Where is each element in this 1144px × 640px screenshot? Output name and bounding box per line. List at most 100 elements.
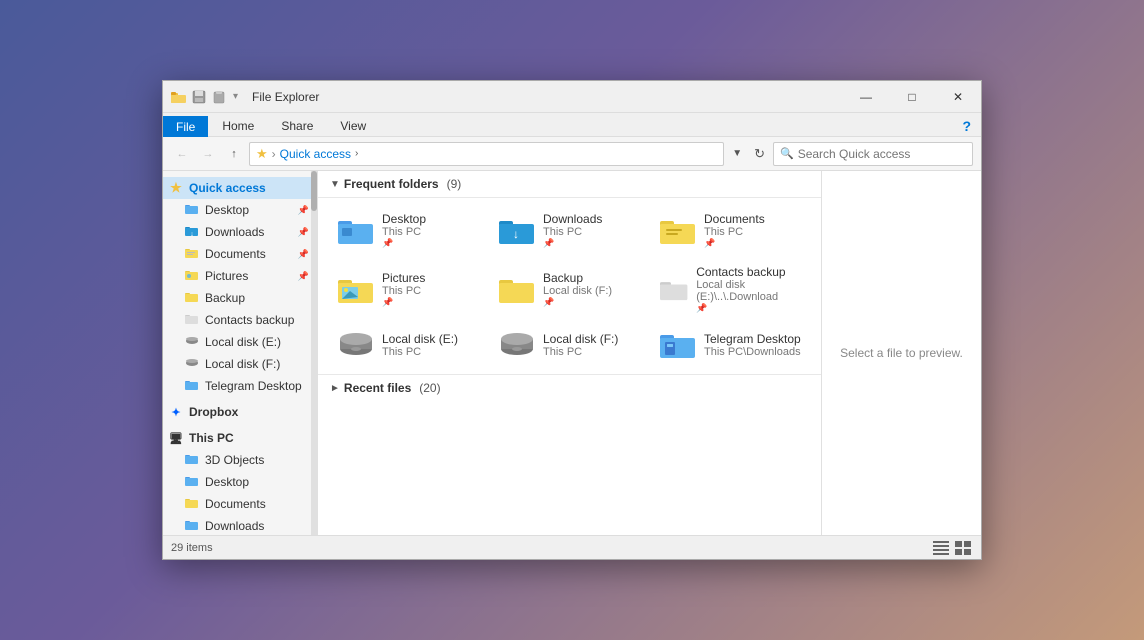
item-count: 29 items [171,542,213,554]
search-box[interactable]: 🔍 [773,142,973,166]
forward-button[interactable]: → [197,143,219,165]
sidebar: ★ Quick access Desktop 📌 ↓ Downloads 📌 [163,171,318,535]
frequent-folders-header[interactable]: ▼ Frequent folders (9) [318,171,821,198]
dropbox-icon: ✦ [169,406,183,419]
sidebar-this-pc-label: This PC [189,431,234,445]
sidebar-pictures-label: Pictures [205,269,248,283]
sidebar-item-documents[interactable]: Documents 📌 [163,243,317,265]
tab-share[interactable]: Share [268,115,326,136]
refresh-button[interactable]: ↻ [750,146,769,162]
minimize-button[interactable]: — [843,81,889,113]
title-bar-icon-area: ▾ [163,90,248,104]
sidebar-documents-label: Documents [205,247,266,261]
folder-item-disk-e[interactable]: Local disk (E:) This PC [330,324,487,366]
sidebar-item-this-pc-documents[interactable]: Documents [163,493,317,515]
quick-access-star-icon: ★ [169,180,183,196]
documents-folder-icon [660,216,696,246]
folder-item-pictures[interactable]: Pictures This PC 📌 [330,259,487,320]
desktop-folder-icon [338,216,374,246]
content-area: ▼ Frequent folders (9) Desktop [318,171,821,535]
recent-files-toggle: ► [330,383,340,394]
sidebar-item-3d-objects[interactable]: 3D Objects [163,449,317,471]
contacts-folder-icon [660,275,688,305]
folder-item-contacts[interactable]: Contacts backup Local disk (E:)\..\.Down… [652,259,809,320]
sidebar-quick-access[interactable]: ★ Quick access [163,177,317,199]
disk-f-icon [185,357,199,371]
sidebar-item-local-e[interactable]: Local disk (E:) [163,331,317,353]
main-area: ★ Quick access Desktop 📌 ↓ Downloads 📌 [163,171,981,535]
recent-files-header[interactable]: ► Recent files (20) [318,375,821,401]
sidebar-item-contacts-backup[interactable]: Contacts backup [163,309,317,331]
file-explorer-window: ▾ File Explorer — □ ✕ File Home Share Vi… [162,80,982,560]
view-controls [931,539,973,557]
clipboard-icon[interactable] [211,90,227,104]
tab-file[interactable]: File [163,116,208,137]
folder-item-downloads[interactable]: ↓ Downloads This PC 📌 [491,206,648,255]
address-dropdown[interactable]: ▼ [728,148,746,159]
telegram-folder-icon [660,330,696,360]
sidebar-backup-label: Backup [205,291,245,305]
sidebar-item-backup[interactable]: Backup [163,287,317,309]
tab-view[interactable]: View [327,115,379,136]
folder-item-telegram[interactable]: Telegram Desktop This PC\Downloads [652,324,809,366]
pictures-folder-icon [338,275,374,305]
pictures-folder-pin: 📌 [382,297,425,308]
back-button[interactable]: ← [171,143,193,165]
content-preview-area: ▼ Frequent folders (9) Desktop [318,171,981,535]
folder-thispc-docs-icon [185,497,199,512]
telegram-folder-info: Telegram Desktop This PC\Downloads [704,332,801,358]
folder-thispc-desktop-icon [185,475,199,490]
pictures-folder-name: Pictures [382,271,425,285]
downloads-folder-icon: ↓ [499,216,535,246]
up-button[interactable]: ↑ [223,143,245,165]
sidebar-local-f-label: Local disk (F:) [205,357,280,371]
search-icon: 🔍 [780,147,794,160]
contacts-folder-info: Contacts backup Local disk (E:)\..\.Down… [696,265,801,314]
address-bar: ← → ↑ ★ › Quick access › ▼ ↻ 🔍 [163,137,981,171]
folder-item-desktop[interactable]: Desktop This PC 📌 [330,206,487,255]
sidebar-item-pictures[interactable]: Pictures 📌 [163,265,317,287]
documents-folder-info: Documents This PC 📌 [704,212,765,249]
frequent-folders-count: (9) [447,177,462,191]
save-icon[interactable] [191,90,207,104]
sidebar-item-desktop[interactable]: Desktop 📌 [163,199,317,221]
recent-files-count: (20) [419,381,440,395]
path-separator-1: › [272,147,276,161]
sidebar-thispc-docs-label: Documents [205,497,266,511]
sidebar-thispc-dl-label: Downloads [205,519,264,533]
contacts-folder-name: Contacts backup [696,265,801,279]
view-tiles-button[interactable] [953,539,973,557]
sidebar-item-this-pc-desktop[interactable]: Desktop [163,471,317,493]
folder-pictures-icon [185,269,199,284]
tiles-view-icon [955,541,971,555]
telegram-folder-name: Telegram Desktop [704,332,801,346]
search-input[interactable] [798,147,966,161]
sidebar-downloads-label: Downloads [205,225,264,239]
sidebar-this-pc[interactable]: 🖥 This PC [163,427,317,449]
help-button[interactable]: ? [956,116,977,136]
folder-item-documents[interactable]: Documents This PC 📌 [652,206,809,255]
address-path[interactable]: ★ › Quick access › [249,142,724,166]
frequent-folders-toggle: ▼ [330,179,340,190]
sidebar-scrollbar-thumb[interactable] [311,171,317,211]
contacts-folder-pin: 📌 [696,303,801,314]
folder-blue-icon [185,203,199,218]
tab-home[interactable]: Home [209,115,267,136]
sidebar-item-downloads[interactable]: ↓ Downloads 📌 [163,221,317,243]
sidebar-dropbox-label: Dropbox [189,405,238,419]
maximize-button[interactable]: □ [889,81,935,113]
recent-files-label: Recent files [344,381,411,395]
folders-grid: Desktop This PC 📌 ↓ Downloa [318,198,821,375]
folder-item-disk-f[interactable]: Local disk (F:) This PC [491,324,648,366]
sidebar-item-telegram[interactable]: Telegram Desktop [163,375,317,397]
window-controls: — □ ✕ [843,81,981,113]
app-icon [171,90,187,104]
sidebar-scrollbar[interactable] [311,171,317,535]
folder-item-backup[interactable]: Backup Local disk (F:) 📌 [491,259,648,320]
sidebar-desktop-label: Desktop [205,203,249,217]
sidebar-item-this-pc-downloads[interactable]: Downloads [163,515,317,535]
view-details-button[interactable] [931,539,951,557]
close-button[interactable]: ✕ [935,81,981,113]
sidebar-dropbox[interactable]: ✦ Dropbox [163,401,317,423]
sidebar-item-local-f[interactable]: Local disk (F:) [163,353,317,375]
